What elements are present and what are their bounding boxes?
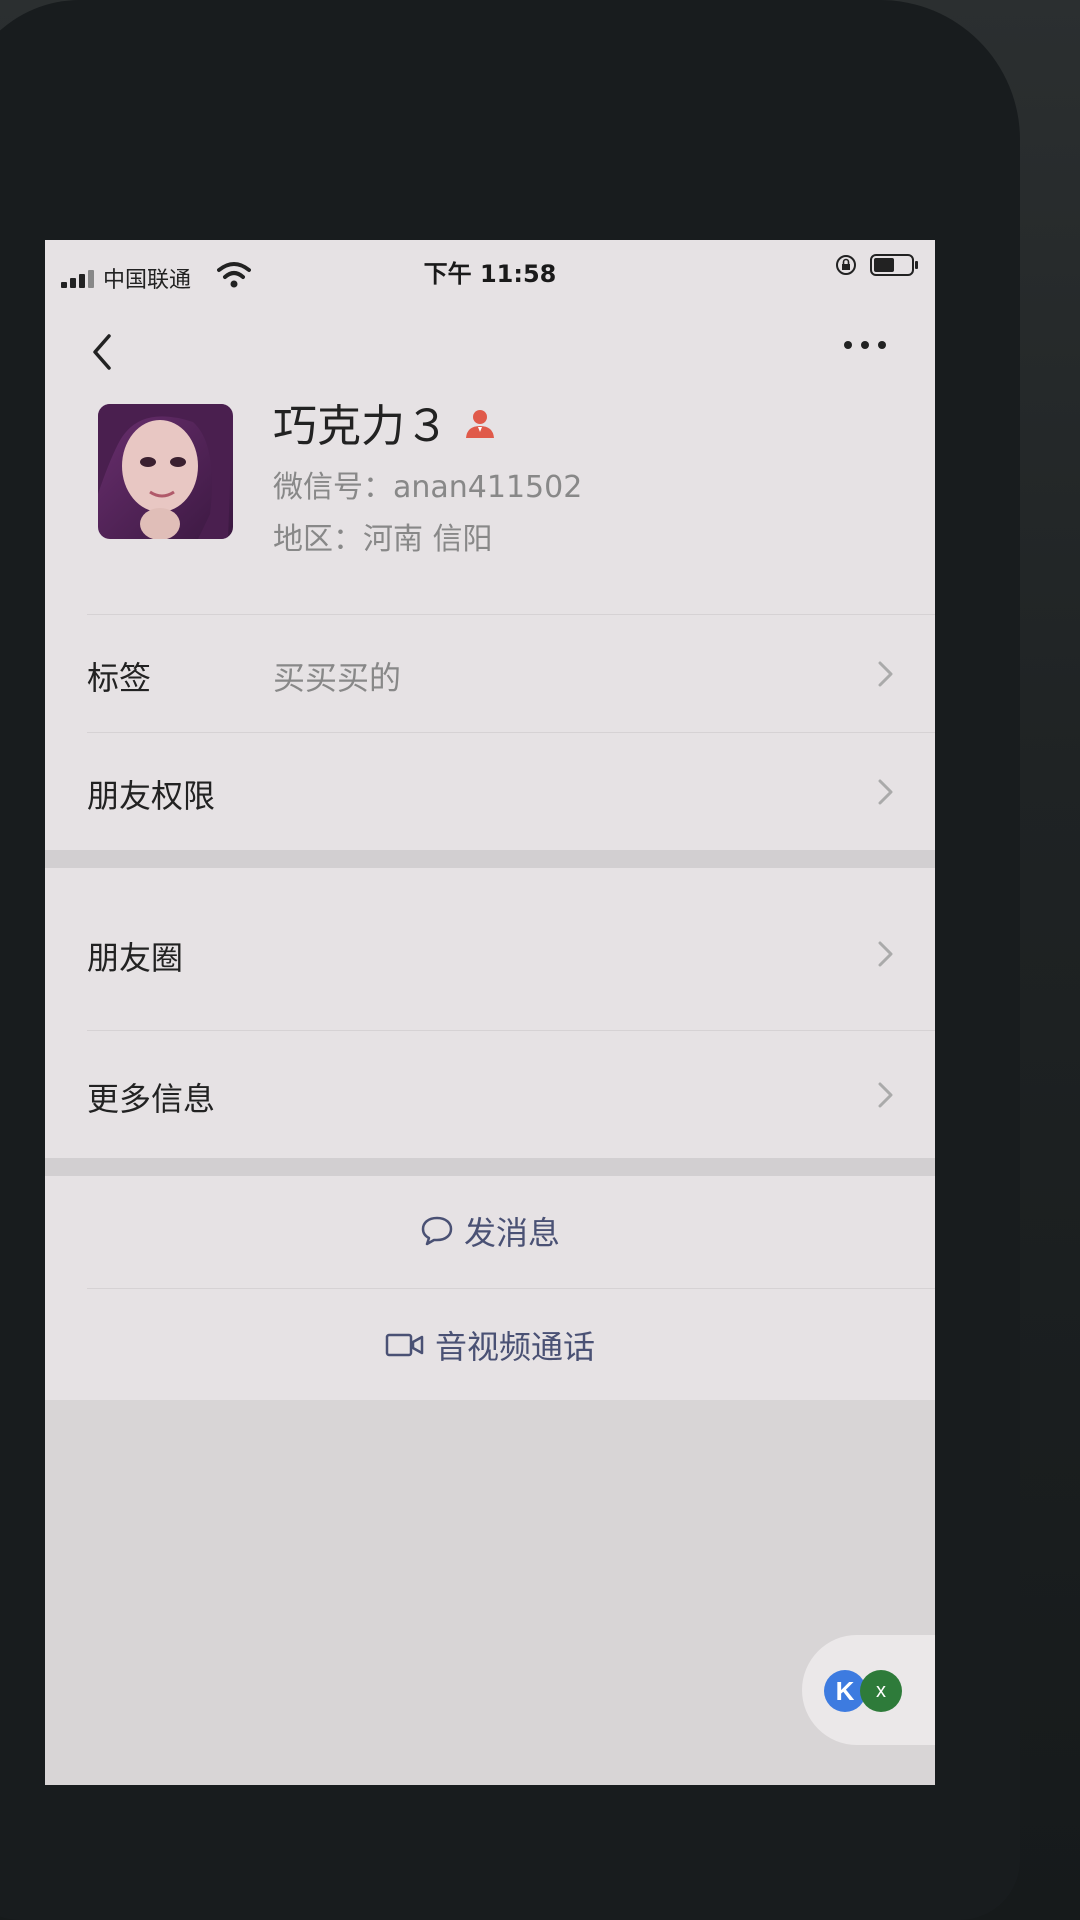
phone-screen: 中国联通 下午 11:58 巧克力３ 微信号：anan411502 地区：河南 … bbox=[45, 240, 935, 1785]
tags-value: 买买买的 bbox=[273, 659, 402, 697]
video-call-button[interactable]: 音视频通话 bbox=[45, 1290, 935, 1400]
status-time: 下午 11:58 bbox=[423, 260, 557, 288]
row-moments[interactable]: 朋友圈 bbox=[45, 895, 935, 1011]
floating-widget[interactable]: K x bbox=[802, 1635, 935, 1745]
region-label: 地区： bbox=[273, 522, 363, 557]
chevron-right-icon bbox=[878, 1082, 893, 1108]
video-camera-icon bbox=[385, 1333, 424, 1357]
row-tags[interactable]: 标签 买买买的 bbox=[45, 615, 935, 731]
send-message-label: 发消息 bbox=[463, 1214, 560, 1252]
divider bbox=[87, 1288, 935, 1289]
region-value: 河南 信阳 bbox=[363, 522, 493, 557]
tags-label: 标签 bbox=[87, 659, 152, 697]
nickname: 巧克力３ bbox=[273, 401, 449, 452]
divider bbox=[87, 1030, 935, 1031]
wechat-id-value: anan411502 bbox=[393, 470, 583, 505]
section-gap bbox=[45, 1158, 935, 1176]
moments-label: 朋友圈 bbox=[87, 939, 184, 977]
chevron-right-icon bbox=[878, 941, 893, 967]
female-user-icon bbox=[466, 410, 494, 438]
chevron-right-icon bbox=[878, 779, 893, 805]
battery-icon bbox=[870, 254, 918, 276]
send-message-button[interactable]: 发消息 bbox=[45, 1176, 935, 1286]
video-call-label: 音视频通话 bbox=[434, 1328, 595, 1366]
name-row: 巧克力３ bbox=[273, 390, 497, 454]
empty-area bbox=[45, 1400, 935, 1785]
wechat-id: 微信号：anan411502 bbox=[273, 462, 582, 506]
section-gap bbox=[45, 850, 935, 868]
more-info-label: 更多信息 bbox=[87, 1080, 216, 1118]
floating-close-icon[interactable]: x bbox=[860, 1670, 902, 1712]
avatar[interactable] bbox=[98, 404, 233, 539]
chat-bubble-icon bbox=[421, 1216, 453, 1246]
row-friend-permissions[interactable]: 朋友权限 bbox=[45, 733, 935, 849]
row-more-info[interactable]: 更多信息 bbox=[45, 1036, 935, 1152]
status-bar: 中国联通 下午 11:58 bbox=[45, 240, 935, 300]
rotation-lock-icon bbox=[836, 255, 856, 275]
wechat-id-label: 微信号： bbox=[273, 470, 393, 505]
permissions-label: 朋友权限 bbox=[87, 777, 216, 815]
more-dots-icon[interactable] bbox=[840, 330, 890, 360]
back-icon[interactable] bbox=[83, 328, 119, 376]
chevron-right-icon bbox=[878, 661, 893, 687]
region: 地区：河南 信阳 bbox=[273, 514, 493, 558]
